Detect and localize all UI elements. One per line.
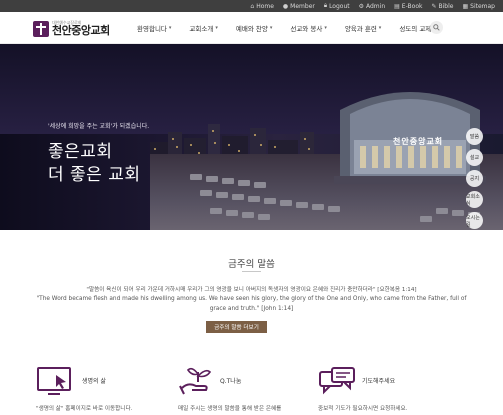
- cross-logo-icon: [33, 20, 49, 37]
- utility-link-label: Bible: [438, 2, 454, 10]
- utility-link-ebook[interactable]: ▤ E-Book: [394, 3, 422, 10]
- book-icon: ▤: [394, 2, 400, 10]
- utility-link-label: E-Book: [401, 2, 423, 10]
- nav-item-label: 선교와 봉사: [290, 25, 323, 33]
- utility-links: ⌂ Home ● Member 🔒︎ Logout ⚙ Admin ▤ E-Bo…: [250, 0, 495, 12]
- utility-link-logout[interactable]: 🔒︎ Logout: [324, 2, 350, 10]
- nav-item-label: 환영합니다: [137, 25, 167, 33]
- top-utility-bar: ⌂ Home ● Member 🔒︎ Logout ⚙ Admin ▤ E-Bo…: [0, 0, 503, 12]
- hero-banner: 천안중앙교회 '세상에 희망을 주는 교회'가 되겠습니다. 좋은교회 더 좋은…: [0, 44, 503, 230]
- chevron-down-icon: ▾: [324, 25, 327, 31]
- lock-icon: 🔒︎: [323, 2, 328, 9]
- utility-link-label: Member: [290, 2, 315, 10]
- utility-link-bible[interactable]: ✎ Bible: [431, 3, 453, 10]
- nav-item-label: 양육과 훈련: [344, 25, 377, 33]
- utility-link-label: Logout: [329, 2, 350, 10]
- pen-icon: ✎: [431, 2, 437, 10]
- hero-headline-1: 좋은교회: [48, 142, 113, 162]
- user-icon: ●: [282, 2, 289, 10]
- monitor-cursor-icon: [37, 367, 71, 395]
- home-icon: ⌂: [250, 2, 255, 10]
- quick-links: 말씀 설교 공지 교회소식 오시는길: [466, 128, 483, 229]
- weekly-word-english-2: grace and truth." [John 1:14]: [209, 306, 294, 312]
- logo-name: 천안중앙교회: [52, 24, 110, 37]
- church-logo[interactable]: 대한예수교장로회 천안중앙교회: [33, 20, 110, 37]
- utility-link-sitemap[interactable]: ▦ Sitemap: [462, 3, 495, 10]
- search-button[interactable]: [430, 21, 443, 34]
- nav-item-label: 교회소개: [189, 25, 214, 33]
- hero-subtitle: '세상에 희망을 주는 교회'가 되겠습니다.: [48, 123, 150, 130]
- feature-title: 기도해주세요: [362, 378, 396, 385]
- nav-item-label: 예배와 찬양: [235, 25, 268, 33]
- quick-link-sermon-word[interactable]: 말씀: [466, 128, 483, 145]
- chevron-down-icon: ▾: [269, 25, 273, 31]
- utility-link-home[interactable]: ⌂ Home: [250, 3, 274, 10]
- nav-item-welcome[interactable]: 환영합니다 ▾: [128, 23, 180, 33]
- nav-item-training[interactable]: 양육과 훈련 ▾: [336, 23, 390, 33]
- utility-link-member[interactable]: ● Member: [283, 3, 315, 10]
- utility-link-label: Admin: [366, 2, 386, 10]
- utility-link-admin[interactable]: ⚙ Admin: [359, 3, 386, 10]
- site-header: 대한예수교장로회 천안중앙교회 환영합니다 ▾ 교회소개 ▾ 예배와 찬양 ▾ …: [0, 12, 503, 44]
- nav-item-about[interactable]: 교회소개 ▾: [180, 23, 226, 33]
- title-underline: [242, 271, 261, 272]
- feature-prayer[interactable]: 기도해주세요 중보적 기도가 필요하시면 요청하세요.: [318, 360, 448, 415]
- main-nav: 환영합니다 ▾ 교회소개 ▾ 예배와 찬양 ▾ 선교와 봉사 ▾ 양육과 훈련 …: [128, 12, 445, 44]
- chevron-down-icon: ▾: [168, 25, 172, 31]
- feature-desc: 매일 주시는 생명의 말씀을 통해 받은 은혜를: [178, 406, 282, 412]
- feature-title: 생명의 삶: [82, 378, 106, 385]
- nav-item-label: 성도의 교제: [399, 25, 432, 33]
- weekly-word-more-button[interactable]: 금주의 말씀 더보기: [206, 321, 267, 333]
- feature-desc: 중보적 기도가 필요하시면 요청하세요.: [318, 406, 408, 412]
- gear-icon: ⚙: [358, 2, 364, 10]
- building-sign: 천안중앙교회: [393, 137, 444, 146]
- quick-link-directions[interactable]: 오시는길: [466, 212, 483, 229]
- hand-plant-icon: [179, 367, 212, 395]
- sitemap-icon: ▦: [462, 2, 469, 10]
- quick-link-notice[interactable]: 공지: [466, 170, 483, 187]
- hero-headline-2: 더 좋은 교회: [48, 165, 141, 185]
- logo-texts: 대한예수교장로회 천안중앙교회: [52, 20, 110, 37]
- chevron-down-icon: ▾: [215, 25, 218, 31]
- feature-qt[interactable]: Q.T나눔 매일 주시는 생명의 말씀을 통해 받은 은혜를: [178, 360, 318, 415]
- feature-desc: "생명의 삶" 홈페이지로 바로 이동합니다.: [36, 406, 133, 412]
- search-icon: [433, 24, 440, 31]
- feature-title: Q.T나눔: [220, 378, 242, 385]
- quick-link-news[interactable]: 교회소식: [466, 191, 483, 208]
- chat-bubbles-icon: [319, 367, 355, 395]
- nav-item-mission[interactable]: 선교와 봉사 ▾: [281, 23, 335, 33]
- utility-link-label: Home: [256, 2, 274, 10]
- weekly-word-korean: "말씀이 육신이 되어 우리 가운데 거하시매 우리가 그의 영광을 보니 아버…: [86, 287, 417, 293]
- weekly-word-english-1: "The Word became flesh and made his dwel…: [36, 296, 467, 302]
- quick-link-sermon[interactable]: 설교: [466, 149, 483, 166]
- weekly-word-title: 금주의 말씀: [228, 259, 275, 270]
- feature-life[interactable]: 생명의 삶 "생명의 삶" 홈페이지로 바로 이동합니다.: [36, 360, 166, 415]
- chevron-down-icon: ▾: [378, 25, 382, 31]
- utility-link-label: Sitemap: [470, 2, 495, 10]
- nav-item-worship[interactable]: 예배와 찬양 ▾: [227, 23, 281, 33]
